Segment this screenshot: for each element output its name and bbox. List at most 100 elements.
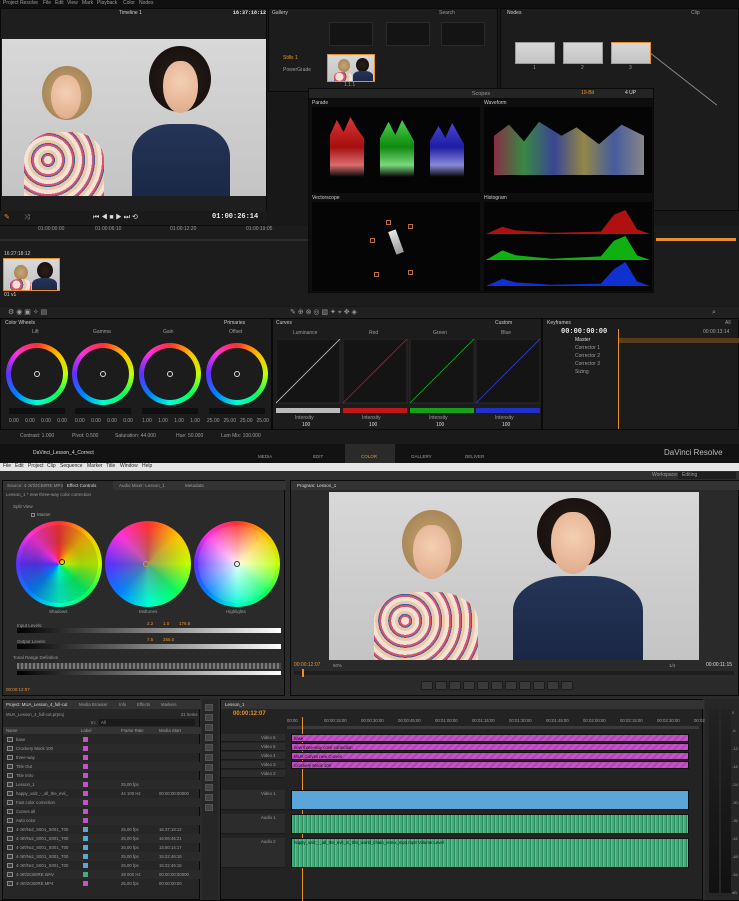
project-row[interactable]: happy_valz_-_all_the_evil_ 44 100 Hz 00:00… <box>3 789 201 798</box>
kf-row-corrector1[interactable]: Corrector 1 <box>575 345 600 352</box>
program-zoom[interactable]: 50% <box>333 662 342 669</box>
kf-row-master[interactable]: Master <box>575 337 590 344</box>
menu-playback[interactable]: Playback <box>97 0 117 7</box>
timeline-clip[interactable] <box>291 814 689 834</box>
page-media[interactable]: MEDIA <box>258 453 272 460</box>
project-tab[interactable]: Project: MUA_Lesson_4_full-cut <box>6 701 67 708</box>
project-in-select[interactable]: All <box>101 719 106 726</box>
timeline-clip[interactable]: base <box>291 734 689 742</box>
col-label[interactable]: Label <box>81 727 92 734</box>
project-row[interactable]: Crockery Mock 100 <box>3 744 201 753</box>
highlights-wheel[interactable] <box>194 521 280 607</box>
input-level-black[interactable]: 2.2 <box>147 620 153 627</box>
input-level-white[interactable]: 176.8 <box>179 620 190 627</box>
red-intensity-value[interactable]: 100 <box>369 422 377 429</box>
export-frame-button[interactable] <box>561 681 573 690</box>
extract-button[interactable] <box>547 681 559 690</box>
menu-project[interactable]: Project Resolve <box>3 0 38 7</box>
gallery-stills[interactable]: Stills 1 <box>283 55 298 62</box>
hand-tool-icon[interactable] <box>205 794 213 801</box>
keyframes-filter[interactable]: All <box>725 320 731 327</box>
zoom-tool-icon[interactable] <box>205 804 213 811</box>
page-deliver[interactable]: DELIVER <box>465 453 484 460</box>
project-row[interactable]: 4-ЭЛ/№2_S001_S001_T00 25,00 fps 15:22:46:1… <box>3 861 201 870</box>
play-button[interactable] <box>491 681 503 690</box>
pr-menu-file[interactable]: File <box>3 463 11 470</box>
slide-tool-icon[interactable] <box>205 774 213 781</box>
kf-row-sizing[interactable]: Sizing <box>575 369 589 376</box>
menu-mark[interactable]: Mark <box>82 0 93 7</box>
tab-audio-mixer[interactable]: Audio Mixer: Lesson_1 <box>119 482 165 489</box>
lum-intensity-value[interactable]: 100 <box>302 422 310 429</box>
pr-menu-help[interactable]: Help <box>142 463 152 470</box>
kf-row-corrector2[interactable]: Corrector 2 <box>575 353 600 360</box>
pr-menu-sequence[interactable]: Sequence <box>60 463 83 470</box>
contrast-param[interactable]: Contrast: 1.000 <box>20 433 54 440</box>
step-forward-button[interactable] <box>505 681 517 690</box>
workspace-select[interactable]: Editing <box>682 472 697 479</box>
project-row[interactable]: 4-ЭЛ/№2_S001_S001_T00 25,00 fps 15:22:46:1… <box>3 852 201 861</box>
timeline-clip[interactable]: happy_valz_-_all_the_evil_in_this_world_… <box>291 838 689 868</box>
timeline-clip-thumbnail[interactable] <box>3 258 60 291</box>
project-row[interactable]: 4-ЭЛ/№2_S001_S001_T00 25,00 fps 16:37:18:1… <box>3 825 201 834</box>
pr-menu-title[interactable]: Title <box>106 463 115 470</box>
toolbar-icons-left[interactable]: ⚙ ◉ ▣ ✧ ▤ <box>8 309 47 316</box>
timeline-clip[interactable]: Crockery Mock 100 <box>291 761 689 769</box>
project-row[interactable]: base <box>3 735 201 744</box>
lift-button[interactable] <box>533 681 545 690</box>
tab-effect-controls[interactable]: Effect Controls <box>67 482 96 489</box>
timeline-clip[interactable]: MUA Curves new Curves <box>291 752 689 760</box>
lift-wheel[interactable] <box>6 343 68 405</box>
pr-menu-edit[interactable]: Edit <box>15 463 24 470</box>
timeline-position-bar[interactable] <box>656 238 736 241</box>
mark-in-button[interactable] <box>435 681 447 690</box>
mark-out-button[interactable] <box>449 681 461 690</box>
media-browser-tab[interactable]: Media Browser <box>79 701 108 708</box>
node-1[interactable] <box>515 42 555 64</box>
menu-file[interactable]: File <box>43 0 51 7</box>
project-row[interactable]: Curves all <box>3 807 201 816</box>
track-header[interactable]: Video 1 <box>221 790 285 810</box>
track-header[interactable]: Video 5 <box>221 743 285 751</box>
green-intensity-value[interactable]: 100 <box>436 422 444 429</box>
rolling-edit-tool-icon[interactable] <box>205 734 213 741</box>
loop-icon[interactable]: ⤨ <box>24 214 30 221</box>
project-row[interactable]: Auto color <box>3 816 201 825</box>
input-levels-slider[interactable] <box>17 628 281 633</box>
output-level-white[interactable]: 255.0 <box>163 636 174 643</box>
project-row[interactable]: 4-ЭЛ/2СВ0RE.WAV 48 000 Hz 00:00:00:00000 <box>3 870 201 879</box>
timeline-title[interactable]: Timeline 1 <box>119 10 142 17</box>
timeline-clip[interactable] <box>291 790 689 810</box>
selection-tool-icon[interactable] <box>205 704 213 711</box>
effects-tab[interactable]: Effects <box>137 701 150 708</box>
col-media-start[interactable]: Media Start <box>159 727 181 734</box>
master-checkbox-label[interactable]: Master <box>37 511 51 518</box>
project-row[interactable]: 4-ЭЛ/№2_S001_S001_T00 25,00 fps 15:50:14:1… <box>3 843 201 852</box>
project-row[interactable]: Title intro <box>3 771 201 780</box>
timeline-clip[interactable]: new three-way color correction <box>291 743 689 751</box>
razor-tool-icon[interactable] <box>205 754 213 761</box>
project-row[interactable]: Title Out <box>3 762 201 771</box>
split-view-label[interactable]: Split View <box>13 503 33 510</box>
toolbar-search-icon[interactable]: ⌕ <box>712 309 716 316</box>
kf-row-corrector3[interactable]: Corrector 3 <box>575 361 600 368</box>
gain-wheel[interactable] <box>139 343 201 405</box>
gamma-wheel[interactable] <box>72 343 134 405</box>
lum-mix-param[interactable]: Lum Mix: 100.000 <box>221 433 261 440</box>
offset-wheel[interactable] <box>206 343 268 405</box>
track-header[interactable]: Audio 1 <box>221 814 285 834</box>
project-row[interactable]: 4-ЭЛ/№2_S001_S001_T00 25,00 fps 16:06:46:2… <box>3 834 201 843</box>
toolbar-icons-mid[interactable]: ✎ ⊕ ⊗ ◎ ▧ ✦ ⌖ ✥ ◈ <box>290 309 357 316</box>
saturation-param[interactable]: Saturation: 44.000 <box>115 433 156 440</box>
markers-tab[interactable]: Markers <box>161 701 177 708</box>
curves-graphs[interactable] <box>276 339 540 407</box>
tab-metadata[interactable]: Metadata <box>185 482 204 489</box>
track-header[interactable]: Video 4 <box>221 752 285 760</box>
program-tab[interactable]: Program: Lesson_1 <box>297 482 336 489</box>
info-tab[interactable]: Info <box>119 701 126 708</box>
track-header[interactable]: Video 6 <box>221 734 285 742</box>
midtones-wheel[interactable] <box>105 521 191 607</box>
step-back-button[interactable] <box>477 681 489 690</box>
timeline-tab[interactable]: Lesson_1 <box>225 701 245 708</box>
gallery-powergrade[interactable]: PowerGrade <box>283 67 311 74</box>
